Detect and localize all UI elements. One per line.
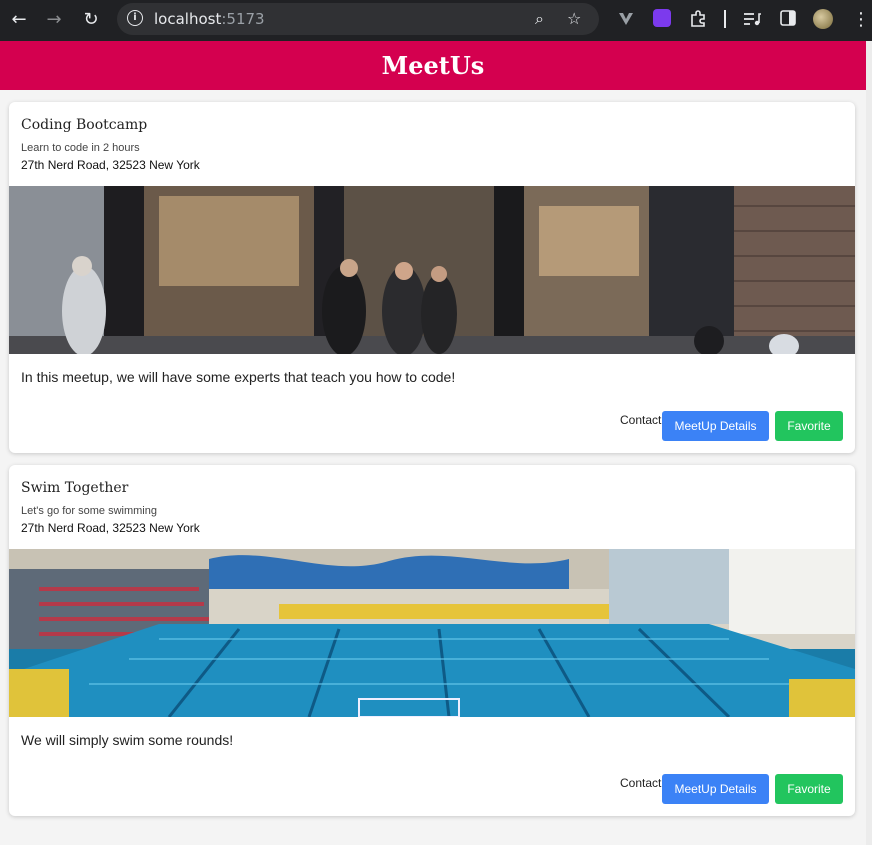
toolbar-divider [724,10,726,28]
meetup-description: In this meetup, we will have some expert… [21,369,456,385]
app-header: MeetUs [0,41,866,90]
extension-icon[interactable] [653,9,671,27]
page-scrollbar[interactable] [866,41,872,845]
profile-avatar[interactable] [813,9,833,29]
forward-icon[interactable]: → [42,8,66,32]
favorite-button[interactable]: Favorite [775,774,843,804]
browser-toolbar: ← → ↻ i localhost:5173 ⌕ ☆ ⋮ [0,0,872,41]
contact-link[interactable]: Contact [620,776,661,790]
contact-link[interactable]: Contact [620,413,661,427]
meetup-card: Coding Bootcamp Learn to code in 2 hours… [9,102,855,453]
reload-icon[interactable]: ↻ [79,8,103,32]
meetup-subtitle: Learn to code in 2 hours [21,142,140,154]
zoom-icon[interactable]: ⌕ [535,9,544,29]
extensions-puzzle-icon[interactable] [689,10,707,28]
favorite-button[interactable]: Favorite [775,411,843,441]
meetup-image [9,186,855,354]
meetup-address: 27th Nerd Road, 32523 New York [21,158,200,172]
meetup-details-button[interactable]: MeetUp Details [662,411,769,441]
meetup-details-button[interactable]: MeetUp Details [662,774,769,804]
meetup-image [9,549,855,717]
meetup-title: Swim Together [21,480,129,496]
meetup-title: Coding Bootcamp [21,117,148,133]
address-bar[interactable]: i localhost:5173 ⌕ ☆ [117,3,599,35]
meetup-subtitle: Let's go for some swimming [21,505,157,517]
app-title: MeetUs [381,51,485,80]
meetup-description: We will simply swim some rounds! [21,732,234,748]
site-info-icon[interactable]: i [127,10,143,26]
side-panel-icon[interactable] [780,10,796,26]
media-controls-icon[interactable] [743,11,761,27]
chrome-menu-icon[interactable]: ⋮ [849,8,872,32]
back-icon[interactable]: ← [7,8,31,32]
vue-devtools-icon[interactable] [618,11,634,27]
url-text[interactable]: localhost:5173 [154,10,265,28]
meetup-card: Swim Together Let's go for some swimming… [9,465,855,816]
bookmark-star-icon[interactable]: ☆ [567,9,581,28]
meetup-address: 27th Nerd Road, 32523 New York [21,521,200,535]
